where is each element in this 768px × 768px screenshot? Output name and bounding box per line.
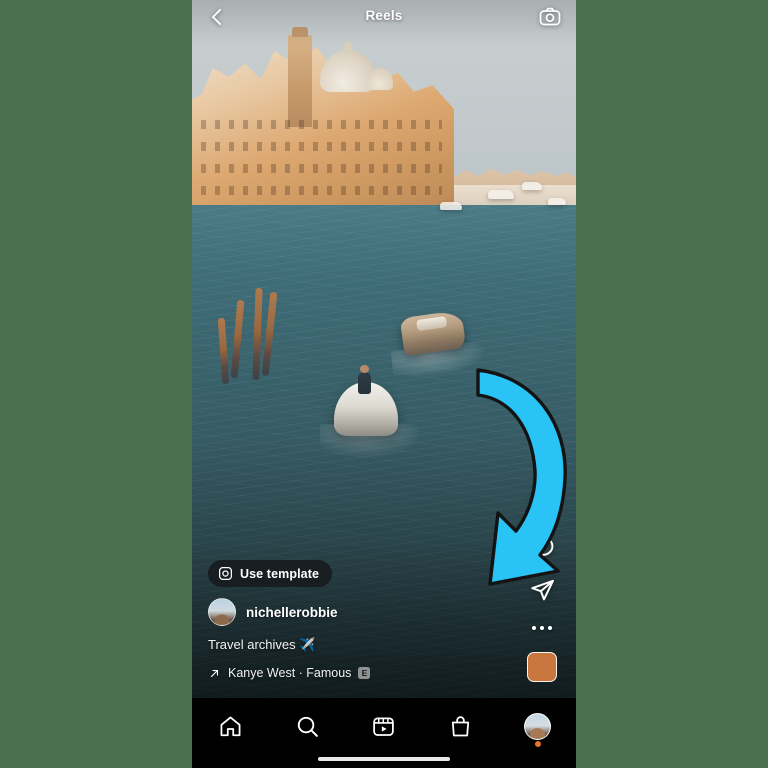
share-button[interactable] <box>523 571 561 609</box>
reel-meta: nichellerobbie Travel archives ✈️ Kanye … <box>208 598 508 680</box>
nav-home[interactable] <box>208 706 252 746</box>
notification-badge <box>534 741 541 747</box>
reels-icon <box>371 714 396 739</box>
explicit-badge: E <box>358 667 371 679</box>
boat-driver <box>358 365 371 394</box>
home-icon <box>218 714 243 739</box>
home-indicator <box>318 757 450 761</box>
more-button[interactable] <box>523 614 561 642</box>
profile-avatar-icon <box>524 712 552 740</box>
nav-search[interactable] <box>285 706 329 746</box>
avatar[interactable] <box>208 598 236 626</box>
nav-reels[interactable] <box>362 706 406 746</box>
username[interactable]: nichellerobbie <box>246 605 338 620</box>
nav-profile[interactable] <box>516 706 560 747</box>
nav-shop[interactable] <box>439 706 483 746</box>
audio-attribution[interactable]: Kanye West · Famous E <box>208 666 508 680</box>
search-icon <box>295 714 320 739</box>
screenshot-root: Reels Use template nichellerobbie Travel… <box>0 0 768 768</box>
page-title: Reels <box>365 8 403 23</box>
bottom-navigation <box>192 698 576 768</box>
use-template-button[interactable]: Use template <box>208 560 333 587</box>
action-rail <box>518 485 566 682</box>
bottom-nav-row <box>192 704 576 748</box>
reel-video[interactable]: Reels Use template nichellerobbie Travel… <box>192 0 576 698</box>
far-boat <box>440 202 462 210</box>
like-button[interactable] <box>523 485 561 523</box>
author-row[interactable]: nichellerobbie <box>208 598 508 626</box>
far-boat <box>488 190 514 199</box>
audio-thumbnail[interactable] <box>527 652 557 682</box>
three-dots-icon <box>532 626 552 630</box>
bell-tower <box>288 27 312 127</box>
use-template-label: Use template <box>240 566 320 581</box>
audio-title: Kanye West · Famous <box>228 666 352 680</box>
caption-text: Travel archives ✈️ <box>208 637 316 652</box>
arrow-up-right-icon <box>208 667 221 680</box>
far-boat <box>548 198 566 205</box>
camera-icon <box>218 566 233 581</box>
phone-screen: Reels Use template nichellerobbie Travel… <box>192 0 576 768</box>
camera-icon[interactable] <box>538 5 562 29</box>
shop-bag-icon <box>448 714 473 739</box>
far-boat <box>522 182 542 190</box>
comment-button[interactable] <box>523 528 561 566</box>
reels-top-bar: Reels <box>192 0 576 34</box>
